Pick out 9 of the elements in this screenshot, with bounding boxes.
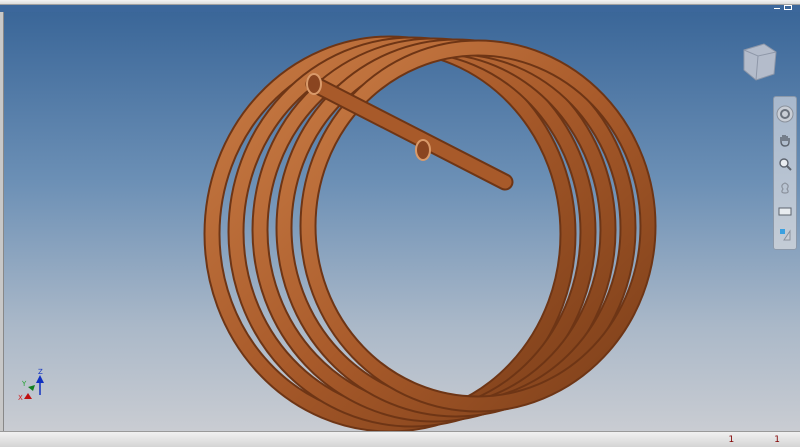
orbit-wheel-icon[interactable] xyxy=(776,105,794,123)
minimize-icon[interactable] xyxy=(774,5,780,9)
look-at-icon[interactable] xyxy=(778,227,792,241)
status-field: 1 xyxy=(774,434,780,444)
status-field: 1 xyxy=(728,434,734,444)
pan-hand-icon[interactable] xyxy=(778,133,792,147)
zoom-icon[interactable] xyxy=(778,157,792,171)
window-icon[interactable] xyxy=(778,205,792,217)
maximize-icon[interactable] xyxy=(784,5,792,10)
